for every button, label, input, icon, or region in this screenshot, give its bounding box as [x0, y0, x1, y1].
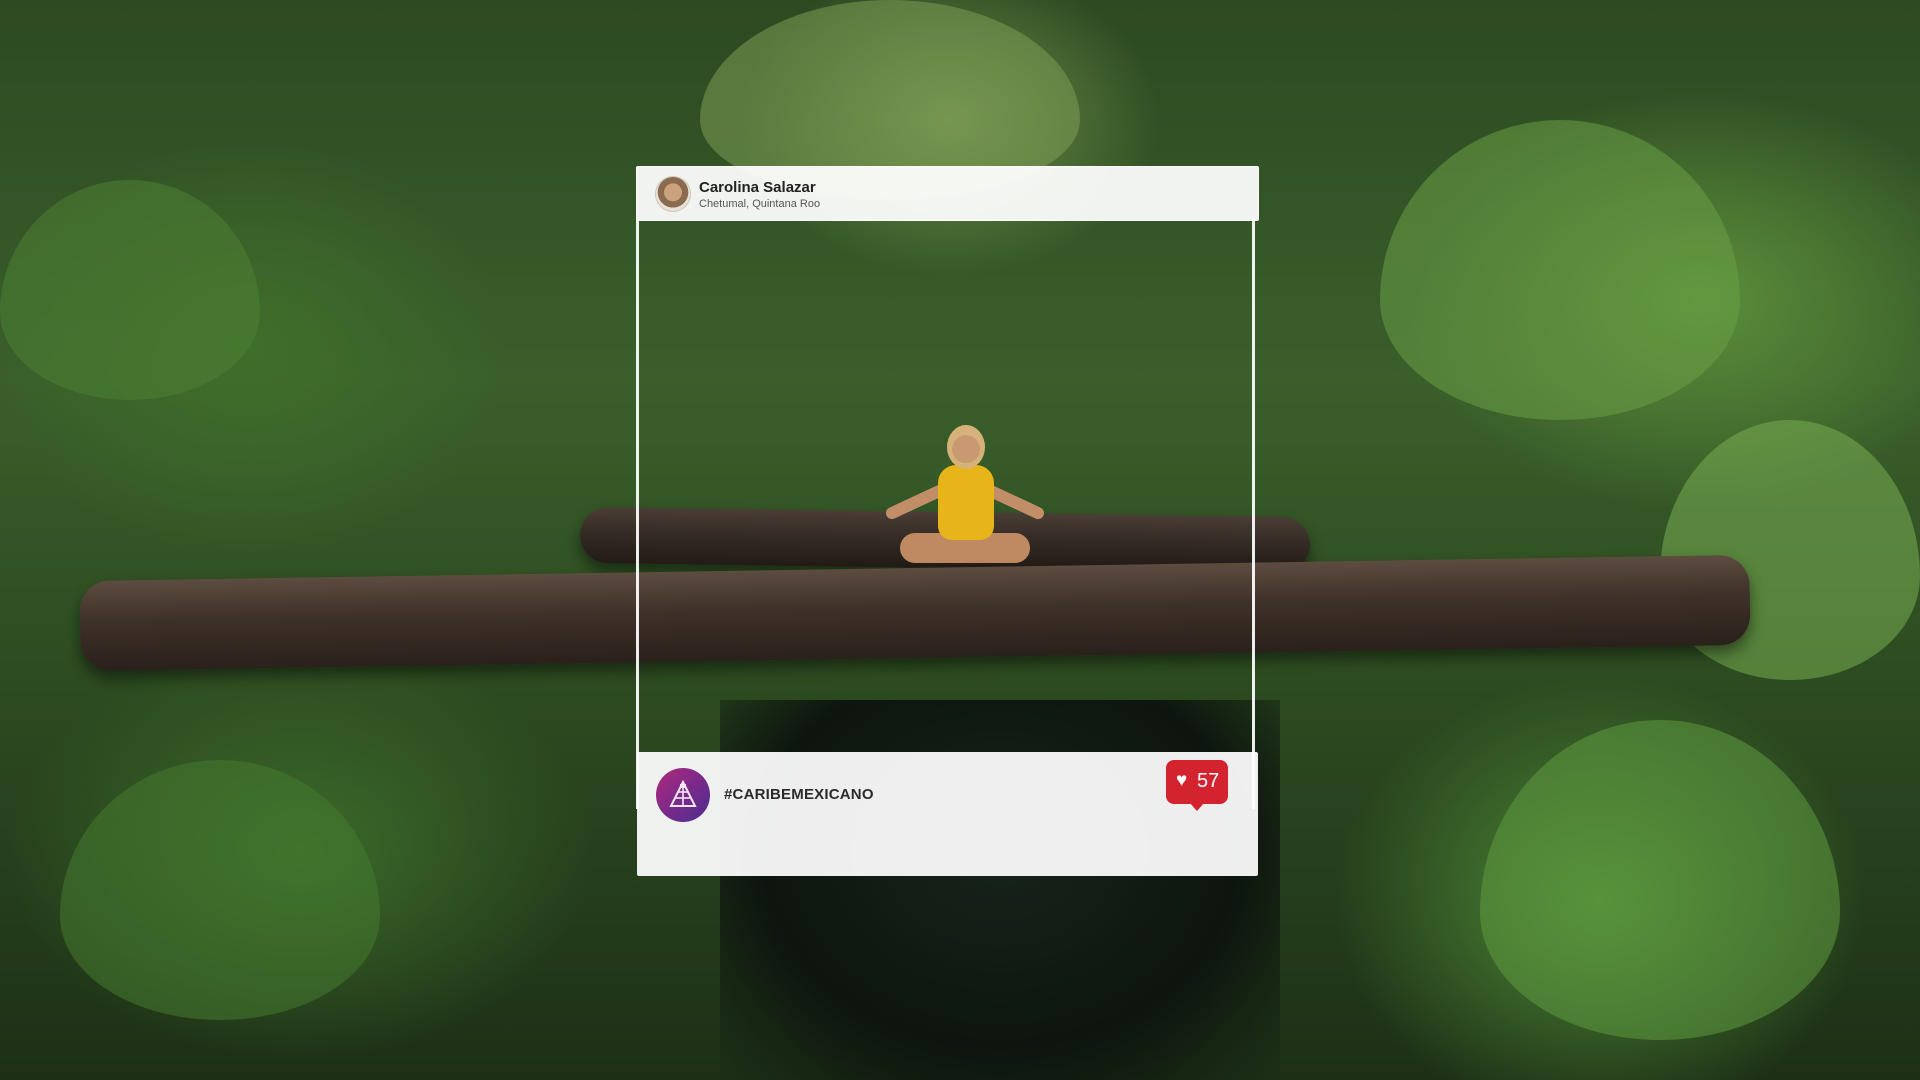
user-avatar[interactable] — [655, 176, 691, 212]
foliage — [0, 180, 260, 400]
user-location: Chetumal, Quintana Roo — [699, 198, 821, 210]
hashtag[interactable]: #CARIBEMEXICANO — [724, 786, 874, 803]
foliage — [60, 760, 380, 1020]
like-button[interactable]: ♥ 57 — [1166, 760, 1228, 811]
pyramid-logo-icon — [656, 768, 710, 822]
post-header: Carolina Salazar Chetumal, Quintana Roo — [636, 166, 1259, 221]
heart-icon: ♥ — [1176, 770, 1188, 791]
foliage — [1480, 720, 1840, 1040]
like-count: 57 — [1197, 770, 1220, 792]
post-photo-frame — [636, 219, 1255, 809]
social-post-card: Carolina Salazar Chetumal, Quintana Roo … — [636, 166, 1259, 878]
user-name[interactable]: Carolina Salazar — [699, 179, 816, 196]
foliage — [1380, 120, 1740, 420]
post-footer: #CARIBEMEXICANO ♥ 57 — [637, 752, 1258, 876]
